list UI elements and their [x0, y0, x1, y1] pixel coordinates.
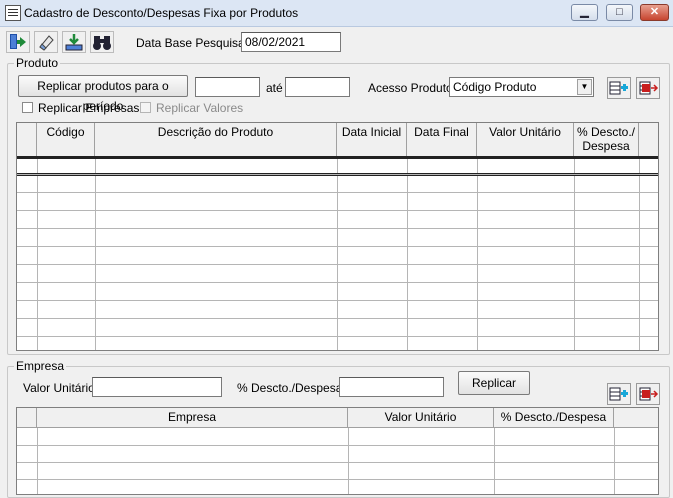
grid-row-line [17, 336, 658, 337]
clear-button[interactable] [34, 31, 58, 53]
binoculars-icon [93, 36, 111, 50]
grid-row-line [17, 318, 658, 319]
empresa-table[interactable]: Empresa Valor Unitário % Descto./Despesa [16, 407, 659, 495]
column-header[interactable]: % Descto./Despesa [494, 408, 614, 428]
replicar-valores-checkbox[interactable] [140, 102, 151, 113]
column-header[interactable]: Data Inicial [337, 123, 407, 157]
header-filler [614, 408, 658, 428]
grid-row-line [17, 264, 658, 265]
column-header[interactable]: Data Final [407, 123, 477, 157]
row-indicator-header [17, 123, 37, 157]
acesso-produto-select[interactable]: Código Produto ▼ [449, 77, 594, 97]
grid-column-line [574, 157, 575, 350]
column-header[interactable]: Empresa [37, 408, 348, 428]
grid-row-line [17, 282, 658, 283]
minimize-icon: ▁ [580, 6, 589, 18]
grid-column-line [477, 157, 478, 350]
valor-unitario-input[interactable] [92, 377, 222, 397]
app-window-icon [5, 5, 21, 21]
valor-unitario-label: Valor Unitário [23, 381, 95, 395]
add-row-button[interactable] [607, 77, 631, 99]
eraser-icon [39, 35, 54, 51]
grid-column-line [639, 157, 640, 350]
search-button[interactable] [90, 31, 114, 53]
add-row-icon [609, 81, 628, 95]
maximize-button[interactable]: □ [606, 4, 633, 21]
produto-legend: Produto [14, 56, 61, 70]
minimize-button[interactable]: ▁ [571, 4, 598, 21]
grid-column-line [407, 157, 408, 350]
descto-despesa-input[interactable] [339, 377, 444, 397]
column-header[interactable]: % Descto./ Despesa [574, 123, 639, 157]
descto-despesa-label: % Descto./Despesa [237, 381, 343, 395]
empresa-legend: Empresa [14, 359, 67, 373]
import-button[interactable] [62, 31, 86, 53]
period-start-input[interactable] [195, 77, 260, 97]
header-filler [639, 123, 658, 157]
period-end-input[interactable] [285, 77, 350, 97]
grid-column-line [337, 157, 338, 350]
exit-button[interactable] [6, 31, 30, 53]
column-header[interactable]: Descrição do Produto [95, 123, 337, 157]
until-label: até [266, 81, 283, 95]
replicar-valores-label: Replicar Valores [156, 101, 244, 115]
delete-row-button[interactable] [636, 77, 660, 99]
acesso-produto-label: Acesso Produto [368, 81, 453, 95]
grid-row-line [17, 228, 658, 229]
replicate-products-button[interactable]: Replicar produtos para o período [18, 75, 188, 113]
add-row-button[interactable] [607, 383, 631, 405]
replicar-empresas-checkbox[interactable] [22, 102, 33, 113]
maximize-icon: □ [616, 6, 623, 18]
grid-row-line [17, 174, 658, 175]
delete-row-button[interactable] [636, 383, 660, 405]
exit-door-icon [10, 34, 26, 49]
delete-row-icon [639, 387, 659, 401]
grid-column-line [37, 157, 38, 350]
column-header[interactable]: Valor Unitário [477, 123, 574, 157]
date-base-label: Data Base Pesquisa [136, 36, 245, 50]
replicar-button[interactable]: Replicar [458, 371, 530, 395]
grid-row-line [17, 445, 658, 446]
row-indicator-header [17, 408, 37, 428]
grid-row-line [17, 192, 658, 193]
current-row-separator [17, 156, 658, 159]
date-base-input[interactable]: 08/02/2021 [241, 32, 341, 52]
delete-row-icon [639, 81, 659, 95]
produto-table[interactable]: Código Descrição do Produto Data Inicial… [16, 122, 659, 351]
close-icon: ✕ [649, 6, 660, 18]
grid-row-line [17, 300, 658, 301]
chevron-down-icon[interactable]: ▼ [577, 79, 592, 95]
grid-column-line [95, 157, 96, 350]
replicar-empresas-label: Replicar Empresas [38, 101, 140, 115]
grid-row-line [17, 246, 658, 247]
close-button[interactable]: ✕ [640, 4, 669, 21]
add-row-icon [609, 387, 628, 401]
column-header[interactable]: Código [37, 123, 95, 157]
grid-row-line [17, 210, 658, 211]
download-tray-icon [65, 34, 83, 51]
column-header[interactable]: Valor Unitário [348, 408, 494, 428]
grid-row-line [17, 462, 658, 463]
window-title: Cadastro de Desconto/Despesas Fixa por P… [24, 6, 299, 20]
acesso-produto-value: Código Produto [453, 80, 537, 94]
grid-row-line [17, 479, 658, 480]
